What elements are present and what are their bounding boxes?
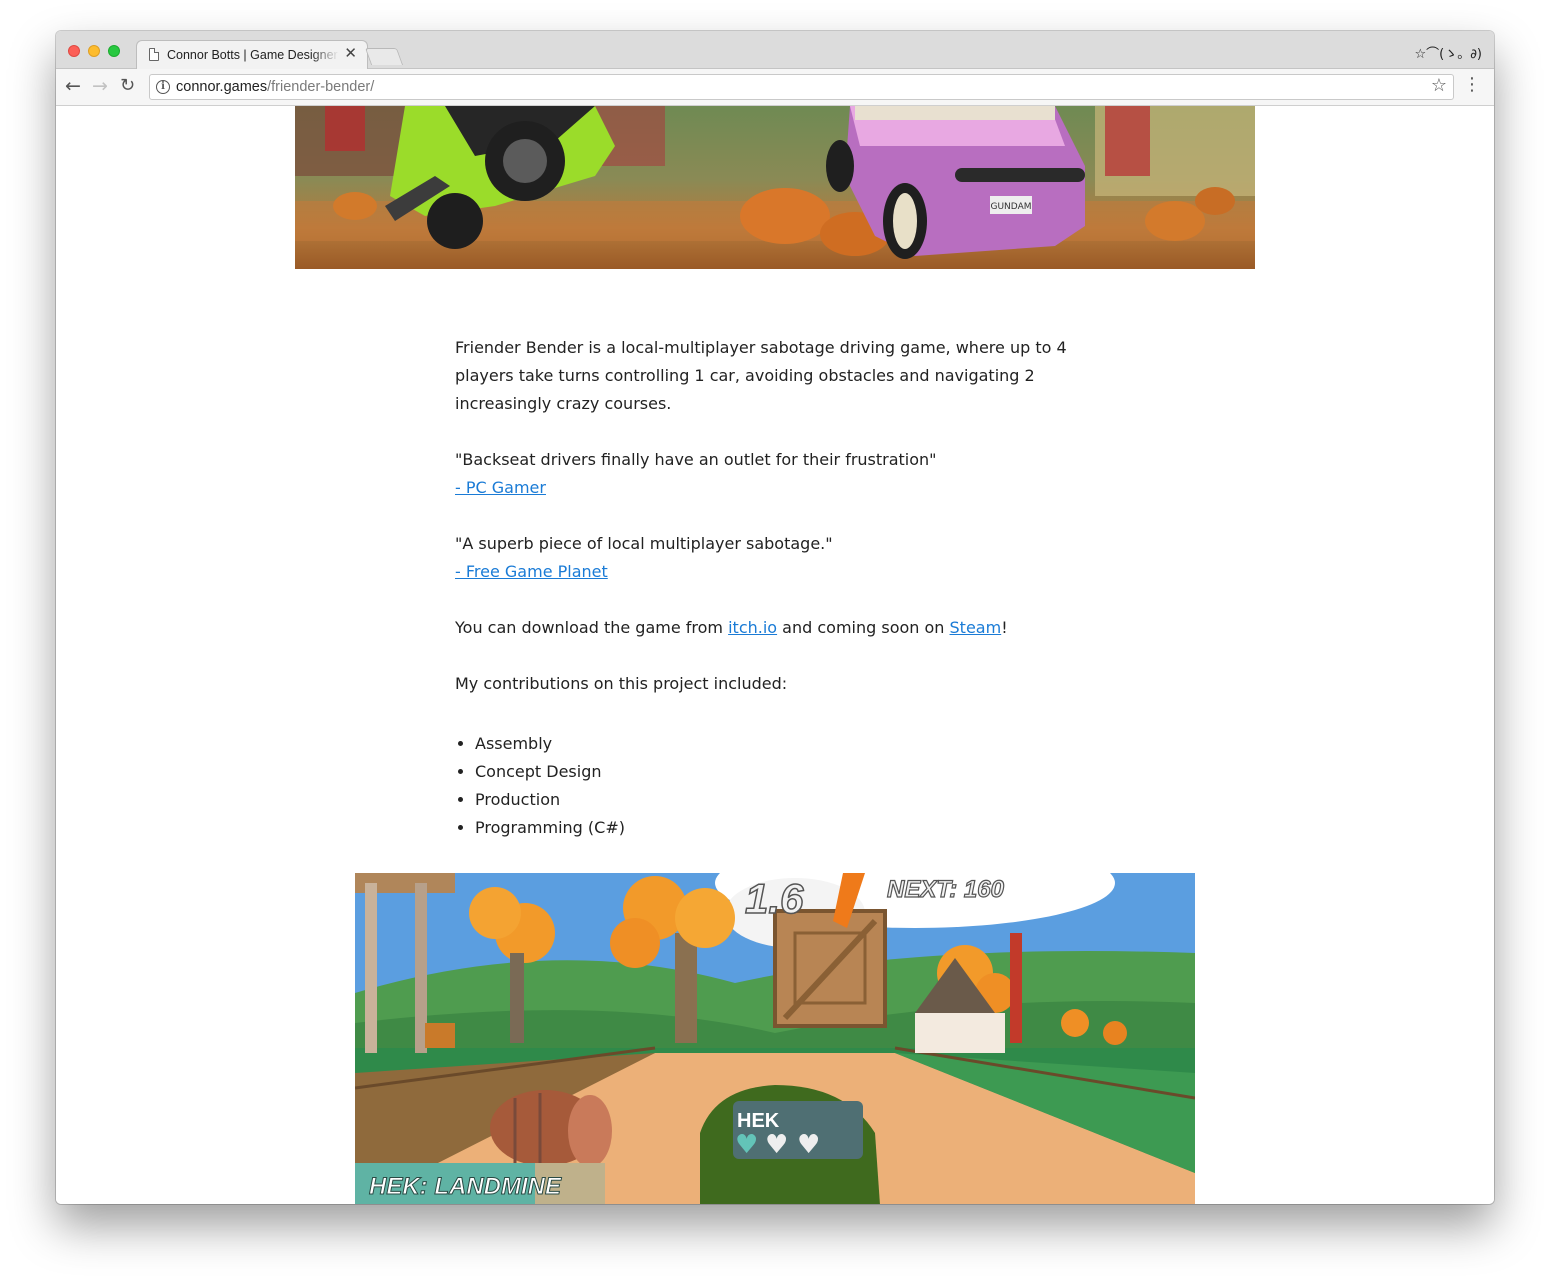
list-item: Programming (C#): [475, 814, 1085, 842]
info-icon[interactable]: i: [156, 80, 170, 94]
pc-gamer-link[interactable]: - PC Gamer: [455, 478, 546, 497]
event-banner-text: HEK: LANDMINE: [369, 1173, 562, 1200]
steam-link[interactable]: Steam: [950, 618, 1002, 637]
close-window-button[interactable]: [68, 45, 80, 57]
reload-icon[interactable]: ↻: [120, 75, 135, 97]
quote-pc-gamer: "Backseat drivers finally have an outlet…: [455, 446, 1085, 502]
itch-io-link[interactable]: itch.io: [728, 618, 777, 637]
window-controls: [68, 45, 120, 57]
intro-paragraph: Friender Bender is a local-multiplayer s…: [455, 338, 1067, 413]
download-text: You can download the game from: [455, 618, 729, 637]
contributions-heading: My contributions on this project include…: [455, 674, 788, 693]
quote-text: "Backseat drivers finally have an outlet…: [455, 450, 937, 469]
page-icon: [149, 48, 159, 61]
quote-free-game-planet: "A superb piece of local multiplayer sab…: [455, 530, 1085, 586]
download-paragraph: You can download the game from itch.io a…: [455, 614, 1085, 642]
header-game-image: GUNDAM: [295, 106, 1255, 269]
forward-arrow-icon[interactable]: →: [92, 75, 108, 97]
url-path: /friender-bender/: [267, 79, 375, 95]
browser-window: Connor Botts | Game Designer ✕ ☆⌒(ゝ。∂) ←…: [56, 31, 1494, 1204]
browser-tab[interactable]: Connor Botts | Game Designer ✕: [136, 40, 368, 70]
minimize-window-button[interactable]: [88, 45, 100, 57]
download-text: and coming soon on: [777, 618, 950, 637]
bookmark-star-icon[interactable]: ☆: [1431, 75, 1447, 96]
free-game-planet-link[interactable]: - Free Game Planet: [455, 562, 608, 581]
next-label-text: NEXT: 160: [887, 876, 1005, 903]
new-tab-button[interactable]: [364, 48, 404, 65]
menu-dots-icon[interactable]: ⋮: [1463, 74, 1481, 95]
zoom-window-button[interactable]: [108, 45, 120, 57]
list-item: Assembly: [475, 730, 1085, 758]
svg-text:♥: ♥: [797, 1130, 820, 1160]
header-scene-illustration: GUNDAM: [295, 106, 1255, 269]
gameplay-screenshot: 1.6 NEXT: 160 HEK ♥ ♥ ♥ HEK: LANDMINE: [355, 873, 1195, 1204]
list-item: Production: [475, 786, 1085, 814]
browser-toolbar: ← → ↻ i connor.games/friender-bender/ ☆ …: [56, 69, 1494, 106]
address-bar[interactable]: i connor.games/friender-bender/ ☆: [149, 74, 1454, 100]
svg-text:♥: ♥: [765, 1130, 788, 1160]
close-tab-icon[interactable]: ✕: [344, 45, 357, 63]
list-item: Concept Design: [475, 758, 1085, 786]
contributions-list: Assembly Concept Design Production Progr…: [455, 730, 1085, 842]
url-text[interactable]: connor.games/friender-bender/: [176, 79, 374, 95]
player-tag-text: HEK: [737, 1110, 780, 1132]
url-domain: connor.games: [176, 79, 268, 95]
quote-text: "A superb piece of local multiplayer sab…: [455, 534, 833, 553]
back-arrow-icon[interactable]: ←: [65, 75, 81, 97]
download-text: !: [1001, 618, 1008, 637]
score-text: 1.6: [745, 875, 804, 922]
license-plate-text: GUNDAM: [991, 202, 1032, 212]
svg-text:♥: ♥: [735, 1130, 758, 1160]
page-viewport: GUNDAM Friender Bender is a local-multip…: [56, 106, 1494, 1204]
gameplay-scene-illustration: 1.6 NEXT: 160 HEK ♥ ♥ ♥ HEK: LANDMINE: [355, 873, 1195, 1204]
article-body: Friender Bender is a local-multiplayer s…: [455, 334, 1085, 842]
title-bar: Connor Botts | Game Designer ✕ ☆⌒(ゝ。∂): [56, 31, 1494, 70]
tab-title: Connor Botts | Game Designer: [167, 48, 339, 62]
profile-button[interactable]: ☆⌒(ゝ。∂): [1414, 43, 1482, 62]
